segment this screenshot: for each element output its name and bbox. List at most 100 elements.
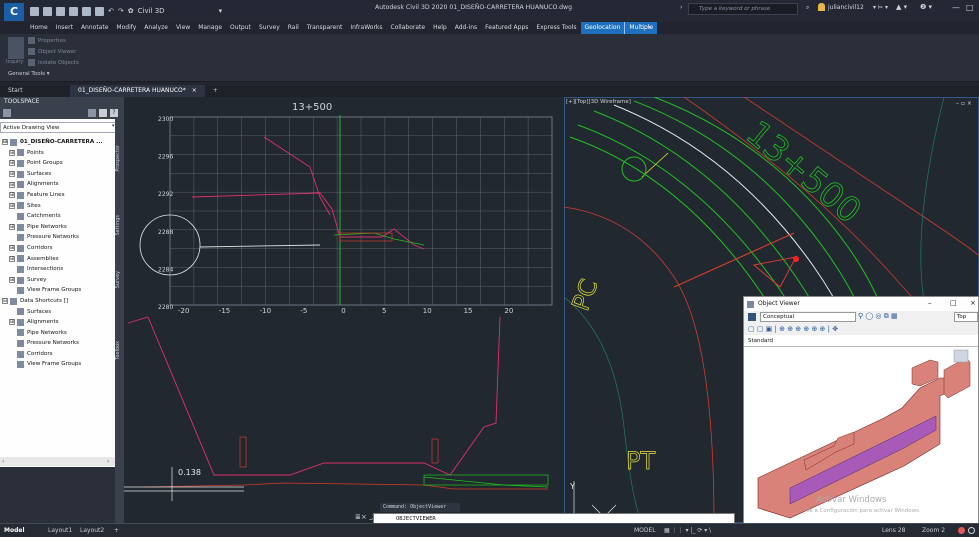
menu-item-help[interactable]: Help (429, 22, 451, 34)
tree-item[interactable]: ⊞ Points (2, 148, 116, 159)
tree-item[interactable]: ⊞ Surfaces (2, 169, 116, 180)
menu-item-express-tools[interactable]: Express Tools (532, 22, 580, 34)
tree-item[interactable]: ⊞ Survey (2, 275, 116, 286)
app-logo[interactable]: C (4, 3, 24, 21)
menu-item-rail[interactable]: Rail (284, 22, 303, 34)
tree-item[interactable]: ⊞ Alignments (2, 317, 116, 328)
menu-item-collaborate[interactable]: Collaborate (387, 22, 430, 34)
grid-snap-icons[interactable]: ▦ ⋮⋮ ▾ |_ ⟳ ▾ \ (664, 524, 711, 537)
tree-item[interactable]: ⊞ Pipe Networks (2, 222, 116, 233)
view-select[interactable]: Top (954, 312, 978, 322)
tree-item[interactable]: Pipe Networks (2, 328, 116, 339)
tree-expander-icon[interactable]: ⊞ (9, 192, 15, 199)
new-file-icon[interactable] (30, 6, 39, 16)
menu-item-manage[interactable]: Manage (194, 22, 226, 34)
close-tab-icon[interactable]: × (192, 87, 197, 94)
tree-item[interactable]: ⊞ Assemblies (2, 254, 116, 265)
qat-dropdown-icon[interactable]: ▾ (219, 7, 223, 15)
tree-item[interactable]: View Frame Groups (2, 359, 116, 370)
tree-expander-icon[interactable]: ⊟ (2, 139, 8, 146)
tree-expander-icon[interactable]: ⊞ (9, 202, 15, 209)
tree-expander-icon[interactable]: ⊞ (9, 160, 15, 167)
plot-icon[interactable] (82, 6, 91, 16)
stop-icon[interactable] (968, 527, 975, 534)
print-icon[interactable] (95, 6, 104, 16)
undo-icon[interactable]: ↶ (108, 7, 114, 15)
tab-settings[interactable]: Settings (115, 215, 124, 236)
ov-view-tools[interactable]: ⚲ ◯ ◎ ⧉ ▦ (858, 312, 898, 321)
object-viewer-button[interactable]: Object Viewer (28, 48, 76, 55)
tab-start[interactable]: Start (0, 85, 70, 97)
tree-item[interactable]: ⊞ Sites (2, 201, 116, 212)
tab-layout1[interactable]: Layout1 (48, 524, 72, 537)
viewport-controls[interactable]: [+][Top][3D Wireframe] (566, 99, 631, 105)
inquiry-button[interactable] (8, 37, 24, 59)
open-file-icon[interactable] (43, 6, 52, 16)
tab-prospector[interactable]: Prospector (115, 145, 124, 172)
minimize-icon[interactable]: — (952, 3, 960, 12)
grip-point[interactable] (793, 256, 799, 262)
tree-item[interactable]: View Frame Groups (2, 285, 116, 296)
menu-item-analyze[interactable]: Analyze (140, 22, 172, 34)
tree-item[interactable]: ⊞ Feature Lines (2, 190, 116, 201)
tree-expander-icon[interactable]: ⊞ (9, 181, 15, 188)
object-viewer-canvas[interactable]: Activar Windows Ve a Configuración para … (744, 348, 978, 523)
viewcube[interactable] (953, 349, 969, 363)
help-icon[interactable]: ❷ ▾ (920, 3, 932, 11)
model-space-indicator[interactable]: MODEL (634, 524, 656, 537)
visual-style-select[interactable]: Conceptual (760, 312, 856, 322)
item-view-icon[interactable] (88, 109, 96, 117)
help-question-icon[interactable]: ? (110, 109, 118, 117)
tree-expander-icon[interactable]: ⊞ (9, 277, 15, 284)
properties-button[interactable]: Properties (28, 37, 66, 44)
tree-item[interactable]: Pressure Networks (2, 338, 116, 349)
menu-item-home[interactable]: Home (26, 22, 52, 34)
menu-item-featured-apps[interactable]: Featured Apps (481, 22, 532, 34)
tab-layout2[interactable]: Layout2 (80, 524, 104, 537)
tab-survey[interactable]: Survey (115, 271, 124, 288)
list-view-icon[interactable] (99, 109, 107, 117)
tree-expander-icon[interactable]: ⊞ (9, 245, 15, 252)
horizontal-scrollbar[interactable]: ‹ › (0, 457, 115, 466)
maximize-icon[interactable]: □ (966, 3, 974, 12)
tree-expander-icon[interactable]: ⊞ (9, 149, 15, 156)
scroll-right-icon[interactable]: › (107, 458, 109, 465)
toolspace-icon[interactable] (3, 109, 11, 117)
ov-minimize-icon[interactable]: – (928, 299, 932, 307)
tree-expander-icon[interactable]: ⊞ (9, 255, 15, 262)
menu-item-insert[interactable]: Insert (52, 22, 77, 34)
tree-expander-icon[interactable]: ⊞ (9, 319, 15, 326)
viewport-profile[interactable]: 13+500 2300 2296 2292 2288 2284 2280 -20 -15 -1… (124, 97, 563, 315)
cart-icon[interactable]: ▾ ⊨ ▾ (873, 4, 888, 11)
tree-expander-icon[interactable]: ⊞ (9, 224, 15, 231)
autodesk-a360-icon[interactable]: ▲ ▾ (896, 3, 907, 11)
ov-zoom-tools[interactable]: ▢ ▢ ▣ | ⊕ ⊕ ⊕ ⊕ ⊕ ⊕ | ✥ (748, 325, 838, 333)
ribbon-minimize-icon[interactable]: ▭ ▾ (640, 22, 651, 34)
redo-icon[interactable]: ↷ (118, 7, 124, 15)
tab-model[interactable]: Model (4, 524, 25, 537)
menu-item-survey[interactable]: Survey (255, 22, 284, 34)
menu-item-annotate[interactable]: Annotate (77, 22, 112, 34)
viewport-window-controls[interactable]: – ▫ × (956, 100, 972, 107)
menu-item-transparent[interactable]: Transparent (303, 22, 347, 34)
general-tools-panel-title[interactable]: General Tools ▾ (8, 71, 49, 77)
tree-expander-icon[interactable]: ⊟ (2, 298, 8, 305)
tree-item[interactable]: Catchments (2, 211, 116, 222)
menu-item-add-ins[interactable]: Add-ins (451, 22, 481, 34)
workspace-name[interactable]: Civil 3D (138, 7, 165, 15)
viewport-section[interactable]: 0.138 (124, 315, 563, 523)
add-layout-button[interactable]: + (114, 524, 119, 537)
tree-expander-icon[interactable]: ⊞ (9, 171, 15, 178)
view-select[interactable]: Active Drawing View (0, 122, 118, 133)
ov-maximize-icon[interactable]: □ (950, 299, 957, 307)
menu-item-modify[interactable]: Modify (112, 22, 140, 34)
user-name[interactable]: juliancivil12 (828, 4, 864, 11)
tree-item[interactable]: ⊞ Alignments (2, 179, 116, 190)
tree-item[interactable]: ⊟ Data Shortcuts [] (2, 296, 116, 307)
tree-item[interactable]: Surfaces (2, 307, 116, 318)
tree-item[interactable]: ⊞ Point Groups (2, 158, 116, 169)
save-icon[interactable] (56, 6, 65, 16)
tab-toolbox[interactable]: Toolbox (115, 341, 124, 360)
tree-item[interactable]: Pressure Networks (2, 232, 116, 243)
menu-item-geolocation[interactable]: Geolocation (580, 22, 625, 34)
